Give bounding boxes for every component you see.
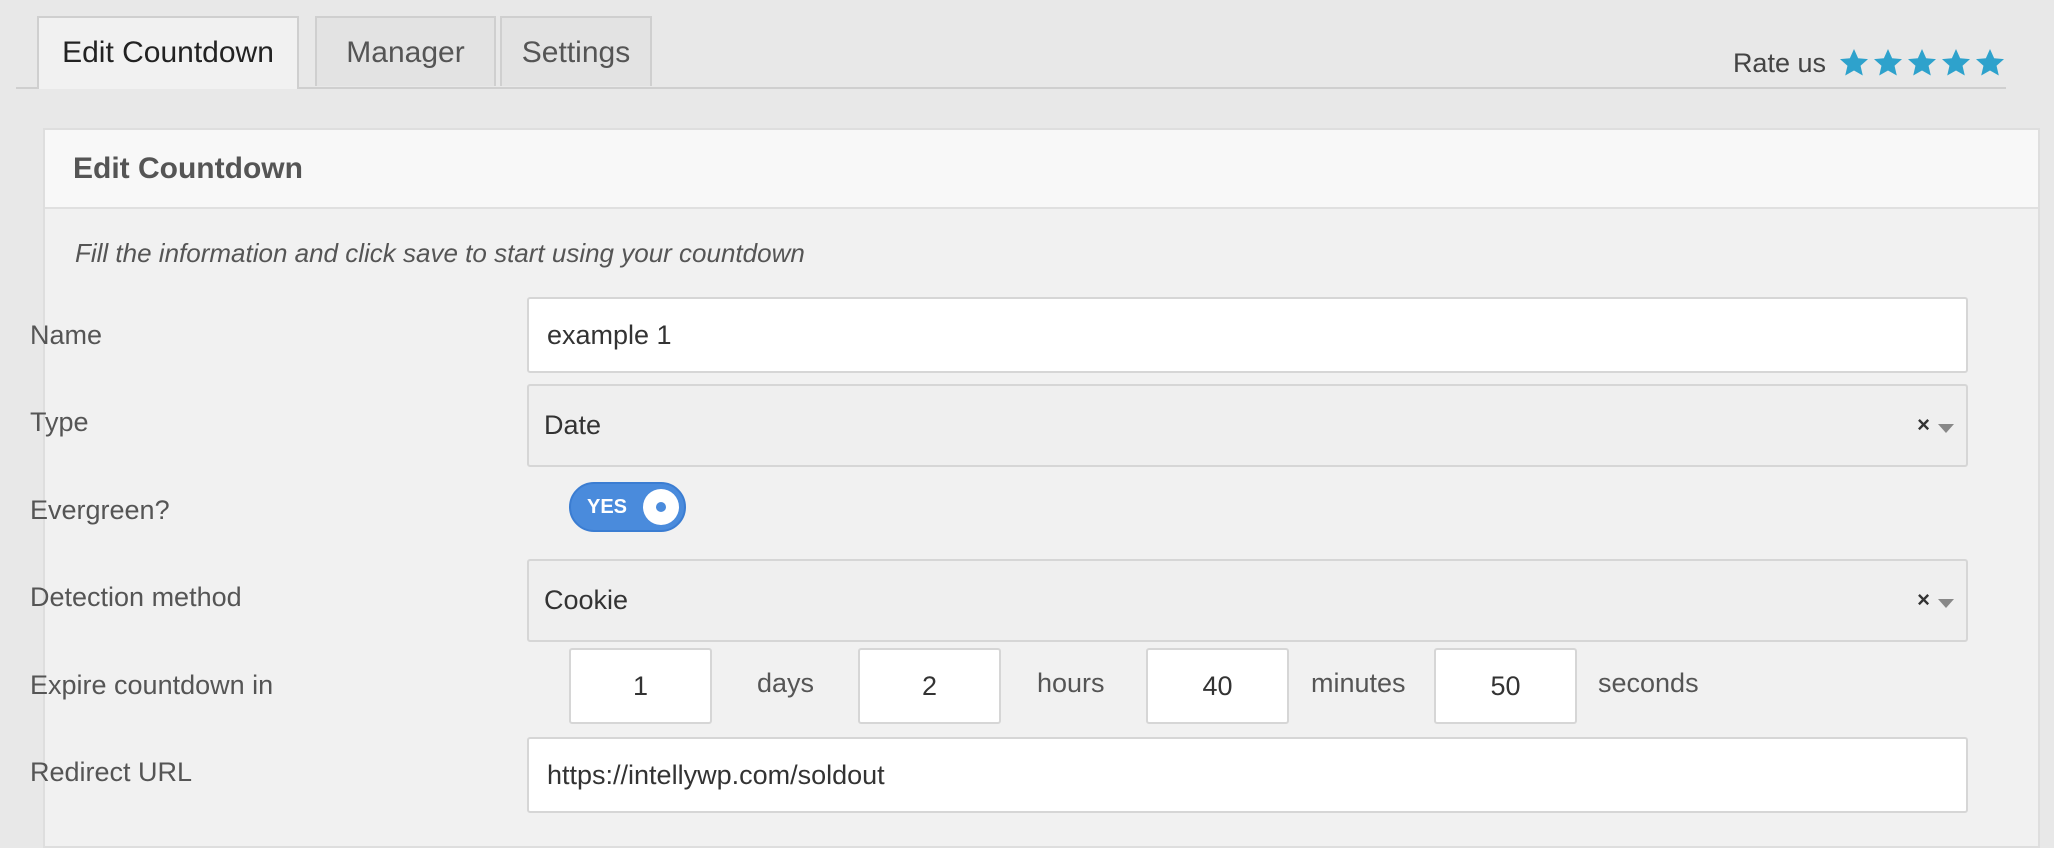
detection-method-label: Detection method	[30, 582, 242, 612]
seconds-unit: seconds	[1598, 668, 1699, 698]
evergreen-toggle[interactable]: YES	[569, 482, 686, 532]
clear-icon[interactable]: ×	[1917, 386, 1930, 464]
toggle-knob[interactable]	[643, 489, 679, 525]
rating-stars[interactable]	[1838, 47, 2006, 79]
star-icon[interactable]	[1872, 47, 1904, 79]
tab-edit-countdown[interactable]: Edit Countdown	[37, 16, 299, 89]
star-icon[interactable]	[1940, 47, 1972, 79]
tab-settings[interactable]: Settings	[500, 16, 652, 86]
star-icon[interactable]	[1838, 47, 1870, 79]
seconds-input[interactable]: 50	[1434, 648, 1577, 724]
hours-input[interactable]: 2	[858, 648, 1001, 724]
clear-icon[interactable]: ×	[1917, 561, 1930, 639]
tab-bar: Edit Countdown Manager Settings Rate us	[16, 16, 2006, 89]
type-select[interactable]: Date ×	[527, 384, 1968, 467]
toggle-label: YES	[587, 496, 628, 518]
chevron-down-icon[interactable]	[1938, 599, 1954, 608]
hours-unit: hours	[1037, 668, 1105, 698]
detection-method-select[interactable]: Cookie ×	[527, 559, 1968, 642]
panel-title: Edit Countdown	[45, 130, 2038, 209]
days-unit: days	[757, 668, 815, 698]
detection-method-value: Cookie	[544, 585, 629, 615]
rate-us[interactable]: Rate us	[1733, 38, 2006, 88]
redirect-url-label: Redirect URL	[30, 757, 193, 787]
days-input[interactable]: 1	[569, 648, 712, 724]
minutes-unit: minutes	[1311, 668, 1406, 698]
redirect-url-input[interactable]: https://intellywp.com/soldout	[527, 737, 1968, 813]
expire-countdown-label: Expire countdown in	[30, 670, 274, 700]
name-input[interactable]: example 1	[527, 297, 1968, 373]
minutes-input[interactable]: 40	[1146, 648, 1289, 724]
star-icon[interactable]	[1974, 47, 2006, 79]
star-icon[interactable]	[1906, 47, 1938, 79]
name-label: Name	[30, 320, 103, 350]
tab-manager[interactable]: Manager	[315, 16, 496, 86]
type-label: Type	[30, 407, 89, 437]
type-select-value: Date	[544, 410, 602, 440]
evergreen-label: Evergreen?	[30, 495, 170, 525]
panel-intro: Fill the information and click save to s…	[75, 238, 805, 268]
chevron-down-icon[interactable]	[1938, 424, 1954, 433]
rate-us-label: Rate us	[1732, 47, 1826, 78]
